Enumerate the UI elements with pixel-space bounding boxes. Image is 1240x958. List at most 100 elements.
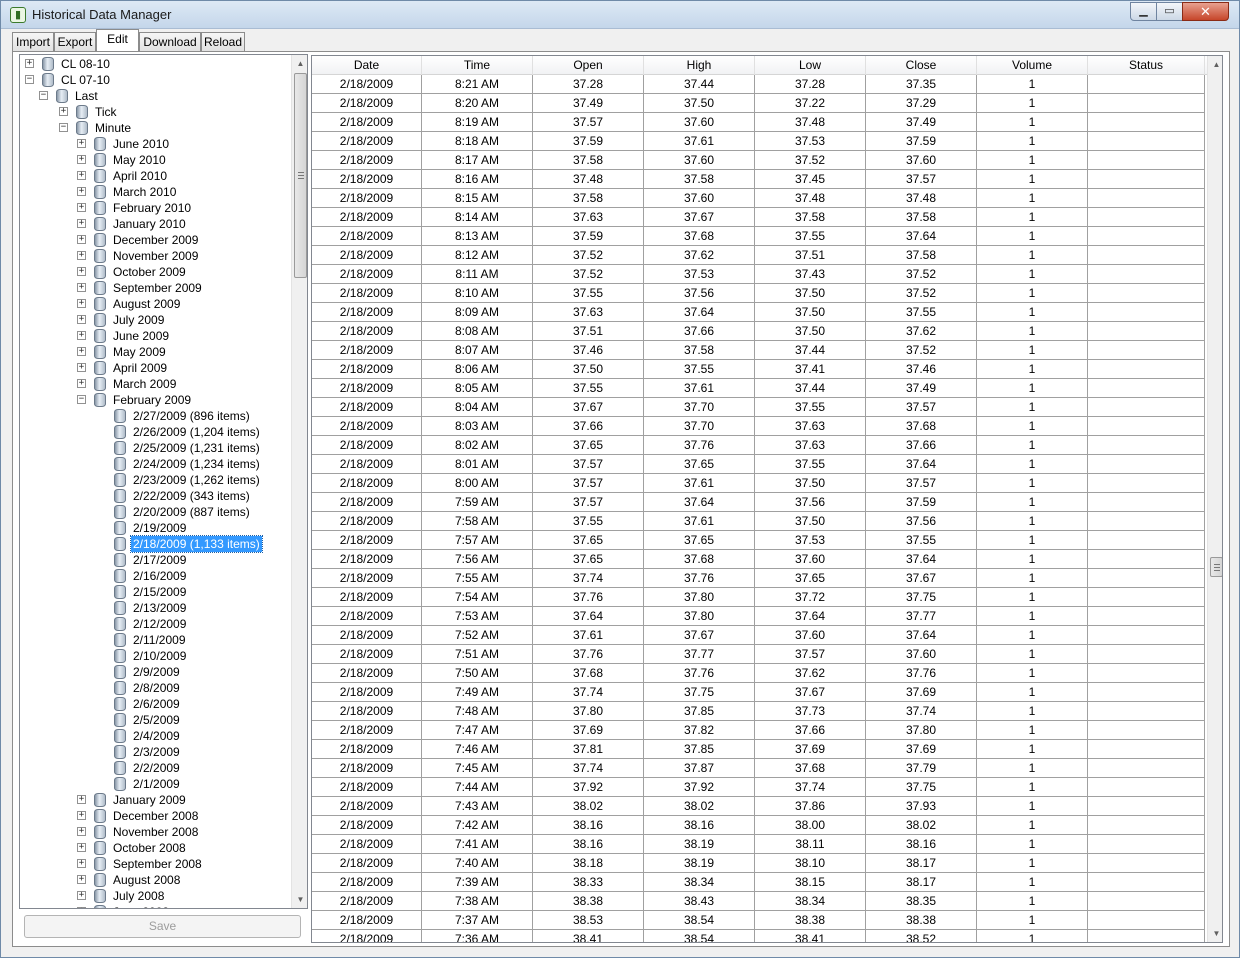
table-row[interactable]: 2/18/2009 8:03 AM 37.66 37.70 37.63 37.68 1 xyxy=(312,417,1208,436)
table-cell[interactable]: 1 xyxy=(977,132,1088,151)
table-cell[interactable]: 38.43 xyxy=(644,892,755,911)
table-cell[interactable]: 37.35 xyxy=(866,75,977,94)
table-row[interactable]: 2/18/2009 7:59 AM 37.57 37.64 37.56 37.59 1 xyxy=(312,493,1208,512)
table-cell[interactable]: 37.64 xyxy=(866,227,977,246)
table-cell[interactable] xyxy=(1088,227,1205,246)
tree-node[interactable]: + June 2010 xyxy=(20,136,290,152)
table-cell[interactable]: 37.55 xyxy=(533,284,644,303)
table-cell[interactable] xyxy=(1088,702,1205,721)
expand-icon[interactable]: + xyxy=(77,203,86,212)
table-cell[interactable]: 1 xyxy=(977,341,1088,360)
table-cell[interactable] xyxy=(1088,493,1205,512)
table-cell[interactable]: 2/18/2009 xyxy=(312,873,422,892)
table-row[interactable]: 2/18/2009 8:17 AM 37.58 37.60 37.52 37.60 1 xyxy=(312,151,1208,170)
table-cell[interactable]: 8:11 AM xyxy=(422,265,533,284)
table-cell[interactable]: 38.52 xyxy=(866,930,977,942)
table-cell[interactable] xyxy=(1088,816,1205,835)
table-cell[interactable]: 37.55 xyxy=(866,303,977,322)
table-cell[interactable]: 1 xyxy=(977,664,1088,683)
tree-node[interactable]: + July 2008 xyxy=(20,888,290,904)
table-cell[interactable]: 37.48 xyxy=(866,189,977,208)
table-cell[interactable]: 8:07 AM xyxy=(422,341,533,360)
table-cell[interactable]: 38.38 xyxy=(866,911,977,930)
table-cell[interactable]: 38.35 xyxy=(866,892,977,911)
table-cell[interactable]: 37.74 xyxy=(755,778,866,797)
table-cell[interactable]: 37.52 xyxy=(866,284,977,303)
expand-icon[interactable]: + xyxy=(77,299,86,308)
table-row[interactable]: 2/18/2009 7:57 AM 37.65 37.65 37.53 37.55 1 xyxy=(312,531,1208,550)
table-cell[interactable]: 37.76 xyxy=(644,664,755,683)
tree-node[interactable]: 2/16/2009 xyxy=(20,568,290,584)
table-cell[interactable]: 37.61 xyxy=(644,379,755,398)
table-cell[interactable]: 37.44 xyxy=(755,379,866,398)
table-cell[interactable]: 37.60 xyxy=(866,151,977,170)
table-cell[interactable] xyxy=(1088,607,1205,626)
table-cell[interactable]: 2/18/2009 xyxy=(312,645,422,664)
tree-node[interactable]: 2/27/2009 (896 items) xyxy=(20,408,290,424)
tree-node[interactable]: + Tick xyxy=(20,104,290,120)
table-cell[interactable]: 37.51 xyxy=(755,246,866,265)
table-cell[interactable]: 38.16 xyxy=(533,835,644,854)
table-cell[interactable]: 8:04 AM xyxy=(422,398,533,417)
table-cell[interactable]: 37.68 xyxy=(755,759,866,778)
table-cell[interactable]: 1 xyxy=(977,930,1088,942)
table-cell[interactable]: 8:18 AM xyxy=(422,132,533,151)
table-cell[interactable]: 37.77 xyxy=(866,607,977,626)
table-cell[interactable]: 37.73 xyxy=(755,702,866,721)
table-cell[interactable]: 37.60 xyxy=(866,645,977,664)
tree-node[interactable]: + May 2010 xyxy=(20,152,290,168)
table-cell[interactable]: 38.00 xyxy=(755,816,866,835)
table-cell[interactable]: 37.49 xyxy=(866,113,977,132)
table-cell[interactable]: 37.80 xyxy=(644,588,755,607)
table-cell[interactable]: 37.52 xyxy=(755,151,866,170)
table-row[interactable]: 2/18/2009 8:18 AM 37.59 37.61 37.53 37.59 1 xyxy=(312,132,1208,151)
table-cell[interactable]: 37.76 xyxy=(866,664,977,683)
table-cell[interactable]: 1 xyxy=(977,398,1088,417)
table-cell[interactable]: 7:39 AM xyxy=(422,873,533,892)
table-cell[interactable]: 7:54 AM xyxy=(422,588,533,607)
table-cell[interactable] xyxy=(1088,588,1205,607)
table-cell[interactable]: 38.17 xyxy=(866,873,977,892)
table-cell[interactable]: 37.67 xyxy=(644,626,755,645)
table-cell[interactable]: 2/18/2009 xyxy=(312,778,422,797)
table-row[interactable]: 2/18/2009 7:41 AM 38.16 38.19 38.11 38.16 1 xyxy=(312,835,1208,854)
table-cell[interactable] xyxy=(1088,170,1205,189)
expand-icon[interactable]: + xyxy=(77,155,86,164)
table-cell[interactable]: 1 xyxy=(977,816,1088,835)
table-row[interactable]: 2/18/2009 8:04 AM 37.67 37.70 37.55 37.57 1 xyxy=(312,398,1208,417)
table-cell[interactable]: 1 xyxy=(977,645,1088,664)
table-row[interactable]: 2/18/2009 7:40 AM 38.18 38.19 38.10 38.17 1 xyxy=(312,854,1208,873)
table-cell[interactable]: 37.57 xyxy=(866,398,977,417)
table-cell[interactable]: 1 xyxy=(977,607,1088,626)
table-cell[interactable] xyxy=(1088,740,1205,759)
table-cell[interactable]: 7:43 AM xyxy=(422,797,533,816)
table-cell[interactable]: 37.63 xyxy=(533,303,644,322)
table-cell[interactable]: 1 xyxy=(977,683,1088,702)
table-cell[interactable]: 1 xyxy=(977,360,1088,379)
table-cell[interactable]: 37.66 xyxy=(866,436,977,455)
table-cell[interactable]: 38.53 xyxy=(533,911,644,930)
table-cell[interactable] xyxy=(1088,341,1205,360)
table-cell[interactable]: 37.52 xyxy=(533,246,644,265)
tab-export[interactable]: Export xyxy=(54,32,96,51)
table-cell[interactable]: 1 xyxy=(977,550,1088,569)
tree-node[interactable]: 2/10/2009 xyxy=(20,648,290,664)
table-row[interactable]: 2/18/2009 8:09 AM 37.63 37.64 37.50 37.55 1 xyxy=(312,303,1208,322)
expand-icon[interactable]: + xyxy=(77,843,86,852)
tab-edit[interactable]: Edit xyxy=(96,29,139,51)
table-cell[interactable]: 37.58 xyxy=(644,170,755,189)
table-cell[interactable]: 37.52 xyxy=(866,341,977,360)
table-cell[interactable]: 37.52 xyxy=(533,265,644,284)
tree-node[interactable]: 2/25/2009 (1,231 items) xyxy=(20,440,290,456)
table-row[interactable]: 2/18/2009 8:08 AM 37.51 37.66 37.50 37.62 1 xyxy=(312,322,1208,341)
table-cell[interactable]: 37.58 xyxy=(644,341,755,360)
table-cell[interactable]: 7:42 AM xyxy=(422,816,533,835)
table-cell[interactable]: 2/18/2009 xyxy=(312,474,422,493)
table-row[interactable]: 2/18/2009 7:54 AM 37.76 37.80 37.72 37.75 1 xyxy=(312,588,1208,607)
table-row[interactable]: 2/18/2009 7:46 AM 37.81 37.85 37.69 37.69 1 xyxy=(312,740,1208,759)
expand-icon[interactable]: + xyxy=(77,139,86,148)
tree-node[interactable]: + November 2008 xyxy=(20,824,290,840)
table-cell[interactable]: 38.41 xyxy=(755,930,866,942)
table-cell[interactable]: 38.10 xyxy=(755,854,866,873)
table-cell[interactable]: 37.50 xyxy=(644,94,755,113)
